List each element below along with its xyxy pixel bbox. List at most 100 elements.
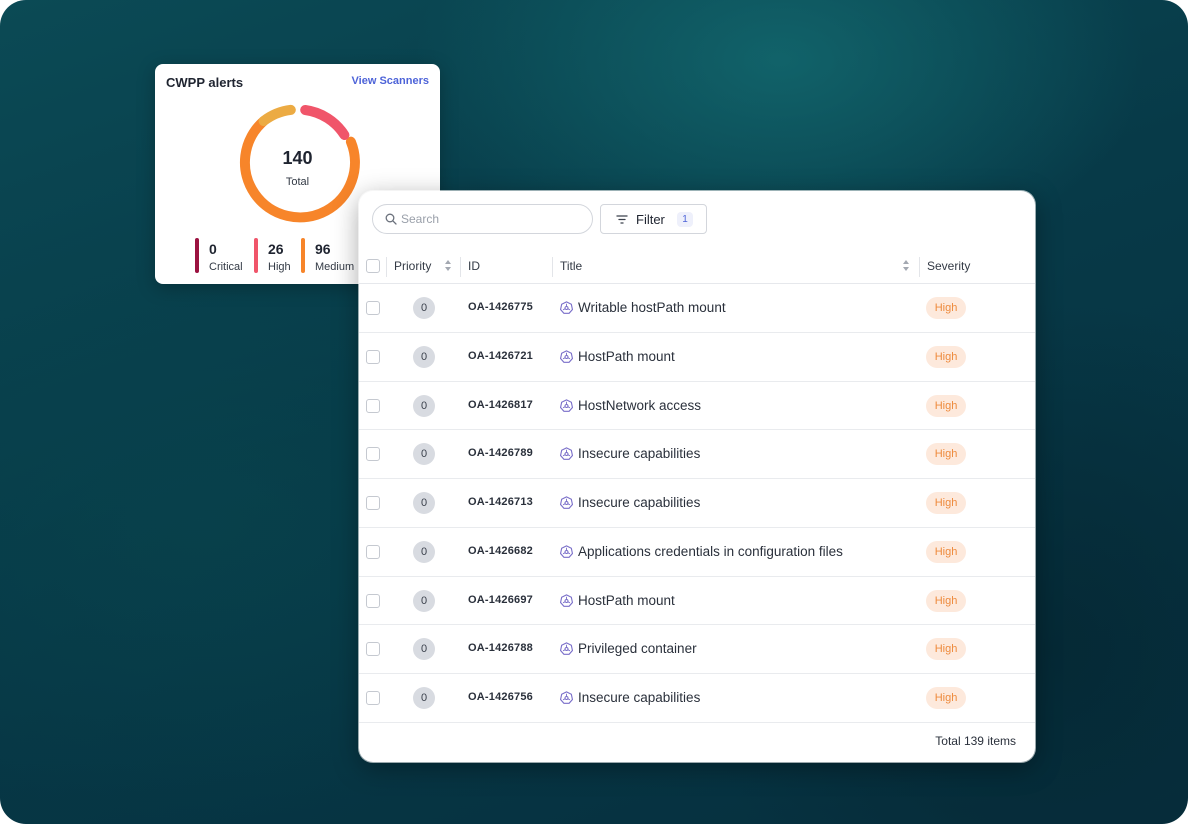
row-checkbox[interactable] <box>366 398 380 413</box>
severity-badge: High <box>926 687 966 709</box>
legend-medium-bar <box>301 238 305 273</box>
alert-id[interactable]: OA-1426682 <box>468 545 533 557</box>
priority-badge: 0 <box>413 589 435 612</box>
alert-id[interactable]: OA-1426697 <box>468 594 533 606</box>
row-checkbox[interactable] <box>366 691 380 705</box>
table-row[interactable]: 0 OA-1426788 Privileged container High <box>359 625 1035 674</box>
table-header: Priority ID Title Severity <box>359 249 1035 284</box>
alert-title[interactable]: Writable hostPath mount <box>578 300 726 315</box>
alert-title[interactable]: Privileged container <box>578 641 697 656</box>
severity-badge: High <box>926 443 966 466</box>
kubernetes-icon <box>560 642 573 656</box>
row-checkbox[interactable] <box>366 544 380 559</box>
header-severity[interactable]: Severity <box>927 259 970 273</box>
kubernetes-icon <box>560 398 573 412</box>
table-row[interactable]: 0 OA-1426756 Insecure capabilities High <box>359 674 1035 723</box>
donut-total-value: 140 <box>282 148 313 168</box>
alert-title[interactable]: Applications credentials in configuratio… <box>578 544 843 559</box>
filter-icon <box>616 215 628 224</box>
legend-critical-value: 0 <box>209 241 217 257</box>
legend-critical-label: Critical <box>209 261 243 273</box>
row-checkbox[interactable] <box>366 642 380 657</box>
priority-badge: 0 <box>413 297 435 319</box>
alert-id[interactable]: OA-1426775 <box>468 301 533 313</box>
table-row[interactable]: 0 OA-1426789 Insecure capabilities High <box>359 430 1035 479</box>
column-divider <box>386 257 387 277</box>
table-body: 0 OA-1426775 Writable hostPath mount Hig… <box>359 284 1035 723</box>
table-row[interactable]: 0 OA-1426713 Insecure capabilities High <box>359 479 1035 528</box>
alert-title[interactable]: HostPath mount <box>578 349 675 364</box>
donut-segment-medium <box>240 116 360 223</box>
severity-badge: High <box>926 492 966 514</box>
donut-segment-low <box>258 104 296 127</box>
severity-badge: High <box>926 589 966 612</box>
search-input[interactable] <box>401 209 586 229</box>
donut-total-label: Total <box>285 176 310 188</box>
alert-id[interactable]: OA-1426721 <box>468 350 533 362</box>
search-icon <box>385 213 397 225</box>
filter-label: Filter <box>636 212 665 227</box>
alert-title[interactable]: HostNetwork access <box>578 398 701 413</box>
view-scanners-link[interactable]: View Scanners <box>352 75 429 87</box>
row-checkbox[interactable] <box>366 593 380 608</box>
priority-badge: 0 <box>413 443 435 466</box>
legend-high-bar <box>254 238 258 273</box>
kubernetes-icon <box>560 691 573 704</box>
priority-badge: 0 <box>413 540 435 563</box>
filter-count-badge: 1 <box>677 212 693 227</box>
alert-id[interactable]: OA-1426713 <box>468 496 533 508</box>
severity-badge: High <box>926 345 966 368</box>
row-checkbox[interactable] <box>366 496 380 510</box>
alert-title[interactable]: Insecure capabilities <box>578 690 700 705</box>
header-id[interactable]: ID <box>468 259 480 273</box>
priority-badge: 0 <box>413 687 435 709</box>
alert-id[interactable]: OA-1426756 <box>468 691 533 703</box>
cwpp-title: CWPP alerts <box>166 75 244 90</box>
column-divider <box>460 257 461 277</box>
table-row[interactable]: 0 OA-1426817 HostNetwork access High <box>359 382 1035 431</box>
alerts-table-card: Filter 1 Priority ID Title Severity 0 <box>359 191 1035 762</box>
legend-critical-bar <box>195 238 199 273</box>
sort-priority-icon[interactable] <box>444 259 452 272</box>
header-title[interactable]: Title <box>560 259 582 273</box>
column-divider <box>919 257 920 277</box>
column-divider <box>552 257 553 277</box>
severity-badge: High <box>926 540 966 563</box>
select-all-checkbox[interactable] <box>366 259 380 273</box>
alert-title[interactable]: HostPath mount <box>578 593 675 608</box>
priority-badge: 0 <box>413 492 435 514</box>
priority-badge: 0 <box>413 638 435 661</box>
row-checkbox[interactable] <box>366 301 380 315</box>
header-priority[interactable]: Priority <box>394 259 431 273</box>
alert-id[interactable]: OA-1426788 <box>468 642 533 654</box>
severity-badge: High <box>926 394 966 417</box>
row-checkbox[interactable] <box>366 447 380 462</box>
sort-title-icon[interactable] <box>902 259 910 272</box>
alert-title[interactable]: Insecure capabilities <box>578 446 700 461</box>
legend-high-label: High <box>268 261 291 273</box>
donut-segment-high <box>300 105 350 140</box>
legend-high-value: 26 <box>268 241 284 257</box>
kubernetes-icon <box>560 593 573 607</box>
alert-title[interactable]: Insecure capabilities <box>578 495 700 510</box>
table-row[interactable]: 0 OA-1426775 Writable hostPath mount Hig… <box>359 284 1035 333</box>
legend-medium-label: Medium <box>315 261 355 273</box>
table-row[interactable]: 0 OA-1426682 Applications credentials in… <box>359 528 1035 577</box>
kubernetes-icon <box>560 350 573 363</box>
kubernetes-icon <box>560 545 573 558</box>
filter-button[interactable]: Filter 1 <box>600 204 707 234</box>
alert-id[interactable]: OA-1426789 <box>468 447 533 459</box>
priority-badge: 0 <box>413 345 435 368</box>
kubernetes-icon <box>560 496 573 509</box>
priority-badge: 0 <box>413 394 435 417</box>
kubernetes-icon <box>560 447 573 461</box>
search-box[interactable] <box>372 204 593 234</box>
background: CWPP alerts View Scanners 140 Total 0 Cr… <box>0 0 1188 824</box>
legend-medium-value: 96 <box>315 241 331 257</box>
table-row[interactable]: 0 OA-1426721 HostPath mount High <box>359 333 1035 382</box>
severity-badge: High <box>926 638 966 661</box>
table-row[interactable]: 0 OA-1426697 HostPath mount High <box>359 577 1035 626</box>
severity-badge: High <box>926 297 966 319</box>
alert-id[interactable]: OA-1426817 <box>468 399 533 411</box>
row-checkbox[interactable] <box>366 349 380 364</box>
